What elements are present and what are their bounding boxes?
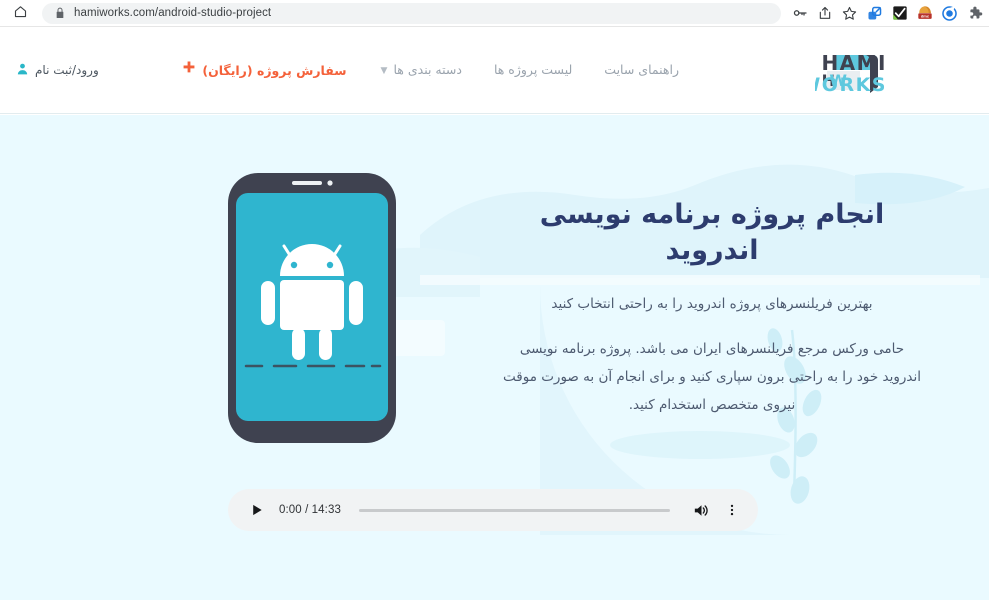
nav-item-categories[interactable]: دسته بندی ها ▼ [365, 61, 478, 77]
bookmark-star-icon[interactable] [837, 0, 862, 27]
hero-text-block: انجام پروژه برنامه نویسی اندروید بهترین … [497, 197, 927, 419]
audio-player[interactable]: 0:00 / 14:33 [228, 489, 758, 531]
nav-label-projects-list: لیست پروژه ها [493, 61, 573, 77]
user-person-icon [16, 62, 29, 79]
hero-section: انجام پروژه برنامه نویسی اندروید بهترین … [0, 115, 989, 600]
progress-bar[interactable] [358, 508, 670, 512]
volume-on-icon[interactable] [688, 497, 712, 523]
hero-description: حامی ورکس مرجع فریلنسرهای ایران می باشد.… [503, 341, 921, 413]
chevron-down-icon: ▼ [380, 65, 388, 76]
extension-dmc-icon[interactable]: dmc [912, 0, 937, 27]
svg-text:WORKS: WORKS [815, 74, 887, 96]
password-key-icon[interactable] [787, 0, 812, 27]
plus-icon [182, 60, 196, 78]
android-phone-illustration [228, 173, 396, 443]
svg-text:dmc: dmc [920, 13, 929, 18]
address-bar[interactable]: hamiworks.com/android-studio-project [42, 2, 781, 24]
extension-link-icon[interactable] [862, 0, 887, 27]
home-button[interactable] [6, 0, 34, 27]
main-navigation: راهنمای سایت لیست پروژه ها دسته بندی ها … [99, 61, 815, 79]
browser-action-icons: dmc [787, 0, 989, 27]
extension-refresh-icon[interactable] [937, 0, 962, 27]
more-options-kebab-icon[interactable] [720, 497, 744, 523]
order-project-label: سفارش پروژه (رایگان) [202, 62, 347, 78]
svg-text:HAMI: HAMI [821, 51, 887, 75]
site-header: H W HAMI WORKS راهنمای سایت لیست پروژه ه… [0, 27, 989, 114]
hero-subtitle: بهترین فریلنسرهای پروژه اندروید را به را… [551, 295, 873, 312]
login-register-link[interactable]: ورود/ثبت نام [16, 62, 99, 79]
nav-label-categories: دسته بندی ها [393, 61, 462, 77]
lock-secure-icon [52, 7, 67, 19]
home-icon [13, 4, 28, 23]
page-title: انجام پروژه برنامه نویسی اندروید [539, 199, 885, 267]
site-logo[interactable]: H W HAMI WORKS [815, 42, 975, 98]
url-text: hamiworks.com/android-studio-project [74, 7, 272, 19]
browser-toolbar: hamiworks.com/android-studio-project dmc [0, 0, 989, 27]
extensions-puzzle-icon[interactable] [962, 0, 987, 27]
order-project-button[interactable]: سفارش پروژه (رایگان) [164, 61, 364, 79]
login-register-label: ورود/ثبت نام [35, 63, 99, 77]
nav-item-projects-list[interactable]: لیست پروژه ها [478, 61, 588, 77]
nav-label-sitemap: راهنمای سایت [604, 61, 679, 77]
extension-checkmark-icon[interactable] [887, 0, 912, 27]
play-button[interactable] [244, 497, 270, 523]
time-display: 0:00 / 14:33 [279, 504, 341, 516]
nav-item-sitemap[interactable]: راهنمای سایت [588, 61, 695, 77]
share-icon[interactable] [812, 0, 837, 27]
